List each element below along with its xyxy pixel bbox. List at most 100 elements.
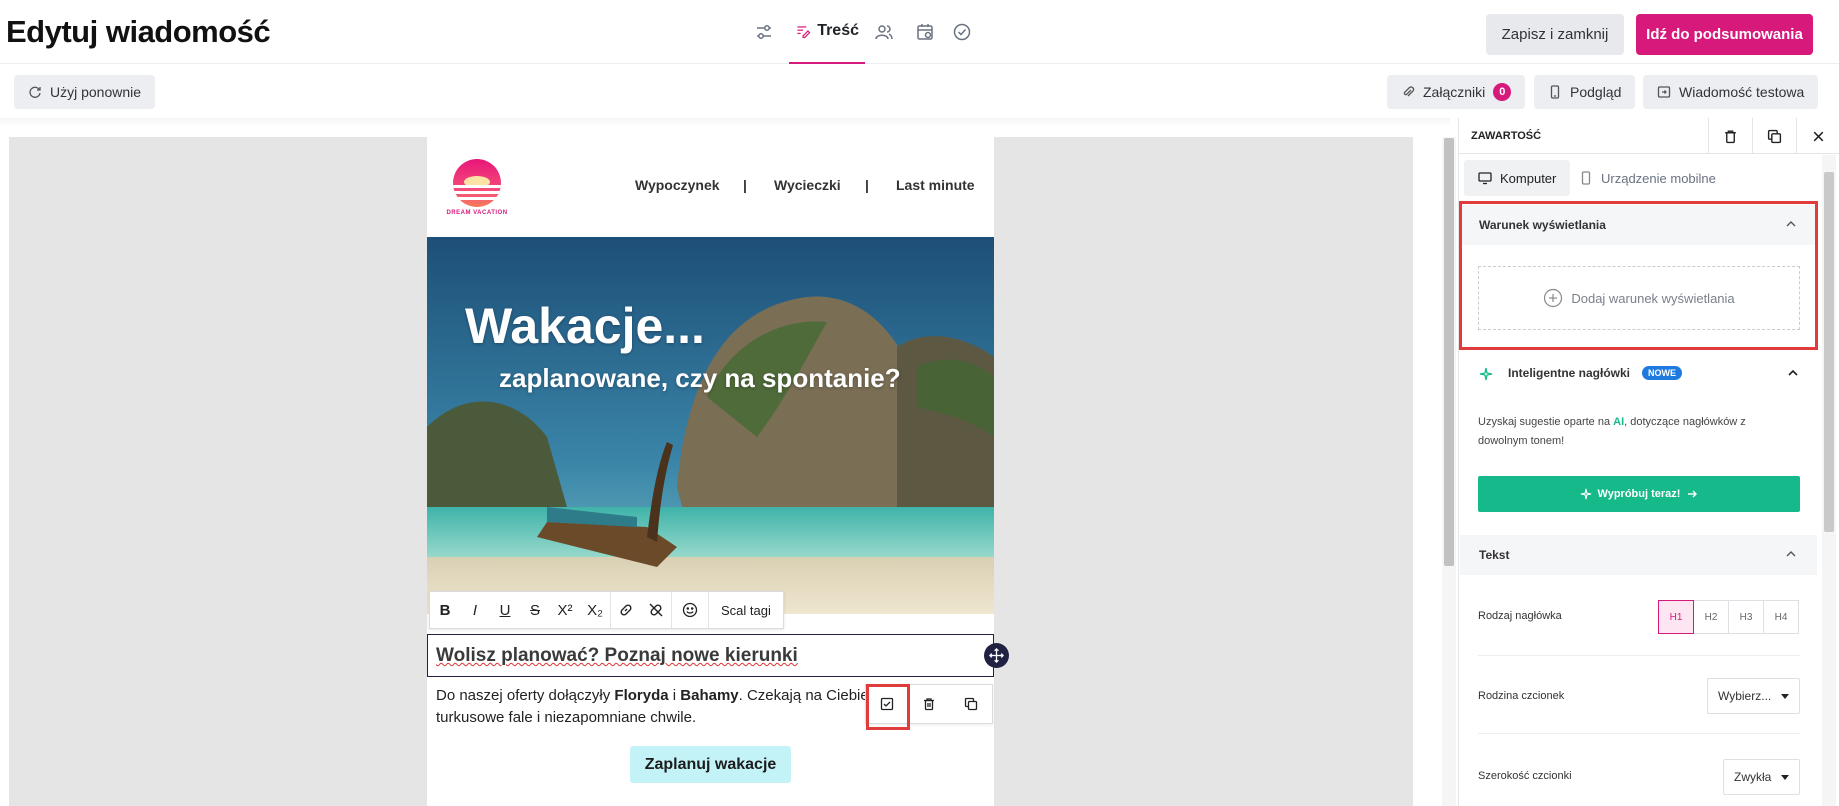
delete-block-button[interactable] [908, 685, 950, 723]
hero-image[interactable]: Wakacje... zaplanowane, czy na spontanie… [427, 237, 994, 614]
strikethrough-button[interactable]: S [520, 592, 550, 628]
save-close-button[interactable]: Zapisz i zamknij [1486, 14, 1624, 55]
duplicate-icon [964, 697, 978, 711]
cta-button[interactable]: Zaplanuj wakacje [630, 746, 791, 783]
body-text-part: . Czekają na Ciebie z [738, 687, 881, 704]
email-menu-separator: | [743, 177, 747, 193]
panel-title: ZAWARTOŚĆ [1471, 130, 1542, 142]
superscript-label: X² [557, 601, 573, 619]
step-settings[interactable] [745, 0, 783, 64]
canvas-scrollbar-thumb[interactable] [1444, 138, 1454, 566]
font-family-value: Wybierz... [1718, 689, 1772, 703]
step-schedule[interactable] [903, 0, 947, 64]
emoji-icon [682, 602, 698, 618]
body-text-part: i [668, 687, 681, 704]
dropdown-arrow-icon [1781, 774, 1789, 780]
test-message-button[interactable]: Wiadomość testowa [1643, 75, 1819, 109]
device-tabs: Komputer Urządzenie mobilne [1459, 154, 1823, 206]
tab-mobile[interactable]: Urządzenie mobilne [1565, 160, 1730, 196]
text-section-header[interactable]: Tekst [1460, 535, 1817, 575]
panel-duplicate-button[interactable] [1752, 118, 1796, 154]
merge-tags-button[interactable]: Scal tagi [709, 603, 783, 618]
step-navigation: Treść [745, 0, 977, 64]
selected-headline-block[interactable]: Wolisz planować? Poznaj nowe kierunki [427, 634, 994, 677]
font-family-select[interactable]: Wybierz... [1707, 678, 1800, 714]
calendar-icon [917, 24, 933, 40]
email-menu-item[interactable]: Wypoczynek [635, 177, 720, 193]
chevron-up-icon [1786, 551, 1796, 557]
body-bold-florida: Floryda [614, 687, 669, 704]
duplicate-icon [1767, 129, 1782, 143]
unlink-button[interactable] [641, 592, 671, 628]
body-bold-bahamas: Bahamy [680, 687, 739, 704]
edit-content-icon [797, 26, 811, 39]
emoji-button[interactable] [672, 592, 708, 628]
panel-delete-button[interactable] [1708, 118, 1752, 154]
attachments-button[interactable]: Załączniki 0 [1387, 75, 1526, 109]
email-menu-item[interactable]: Last minute [896, 177, 975, 193]
reuse-label: Użyj ponownie [50, 84, 142, 100]
underline-button[interactable]: U [490, 592, 520, 628]
users-icon [875, 25, 893, 40]
refresh-icon [29, 86, 41, 98]
highlight-box [866, 684, 910, 730]
font-width-select[interactable]: Zwykła [1723, 759, 1800, 795]
link-button[interactable] [611, 592, 641, 628]
beach-illustration [427, 237, 994, 614]
step-recipients[interactable] [865, 0, 903, 64]
secondary-toolbar: Użyj ponownie Załączniki 0 Podgląd Wiado… [0, 64, 1839, 118]
duplicate-block-button[interactable] [950, 685, 992, 723]
subscript-button[interactable]: X₂ [580, 592, 610, 628]
heading-type-buttons: H1 H2 H3 H4 [1658, 600, 1799, 634]
divider [1478, 655, 1800, 656]
check-circle-icon [953, 23, 971, 41]
preview-button[interactable]: Podgląd [1534, 75, 1636, 109]
paperclip-icon [1403, 86, 1415, 97]
attachments-label: Załączniki [1423, 84, 1486, 100]
italic-button[interactable]: I [460, 592, 490, 628]
sliders-icon [757, 25, 771, 39]
mobile-icon [1550, 85, 1560, 99]
strikethrough-label: S [529, 601, 540, 619]
panel-scrollbar-thumb[interactable] [1824, 172, 1834, 532]
smart-headers-description: Uzyskaj sugestie oparte na AI, dotyczące… [1478, 413, 1798, 451]
send-test-icon [1657, 86, 1671, 98]
go-to-summary-button[interactable]: Idź do podsumowania [1636, 14, 1813, 55]
step-summary[interactable] [947, 0, 977, 64]
test-message-label: Wiadomość testowa [1679, 84, 1805, 100]
step-content[interactable]: Treść [789, 0, 865, 64]
email-menu-item[interactable]: Wycieczki [774, 177, 841, 193]
body-paragraph[interactable]: Do naszej oferty dołączyły Floryda i Bah… [436, 685, 906, 729]
body-text-part: Do naszej oferty dołączyły [436, 687, 615, 704]
panel-header: ZAWARTOŚĆ [1459, 118, 1839, 154]
heading-h2-button[interactable]: H2 [1693, 600, 1729, 634]
superscript-button[interactable]: X² [550, 592, 580, 628]
divider [1478, 733, 1800, 734]
font-width-label: Szerokość czcionki [1478, 770, 1572, 782]
panel-close-button[interactable] [1796, 118, 1839, 154]
logo-text: DREAM VACATION [446, 210, 508, 216]
tab-desktop-label: Komputer [1500, 170, 1557, 186]
subscript-label: X₂ [587, 601, 603, 619]
highlight-box [1459, 201, 1818, 350]
heading-h3-button[interactable]: H3 [1728, 600, 1764, 634]
top-bar: Edytuj wiadomość Treść Zapisz i zamknij … [0, 0, 1839, 64]
headline-text[interactable]: Wolisz planować? Poznaj nowe kierunki [436, 645, 798, 666]
tab-desktop[interactable]: Komputer [1464, 160, 1571, 196]
reuse-button[interactable]: Użyj ponownie [14, 75, 156, 109]
try-now-button[interactable]: Wypróbuj teraz! [1478, 476, 1800, 512]
monitor-icon [1478, 172, 1492, 185]
bold-button[interactable]: B [430, 592, 460, 628]
mobile-icon [1581, 171, 1591, 185]
new-badge: NOWE [1642, 366, 1682, 380]
text-section-title: Tekst [1479, 548, 1510, 562]
link-icon [620, 604, 632, 616]
body-text-line2: turkusowe fale i niezapomniane chwile. [436, 709, 697, 726]
heading-h4-button[interactable]: H4 [1763, 600, 1799, 634]
move-handle[interactable] [984, 643, 1009, 668]
step-content-label: Treść [817, 22, 859, 39]
heading-h1-button[interactable]: H1 [1658, 600, 1694, 634]
chevron-up-icon [1788, 369, 1798, 376]
smart-headers-header[interactable]: Inteligentne nagłówki NOWE [1460, 354, 1817, 394]
dropdown-arrow-icon [1781, 693, 1789, 699]
